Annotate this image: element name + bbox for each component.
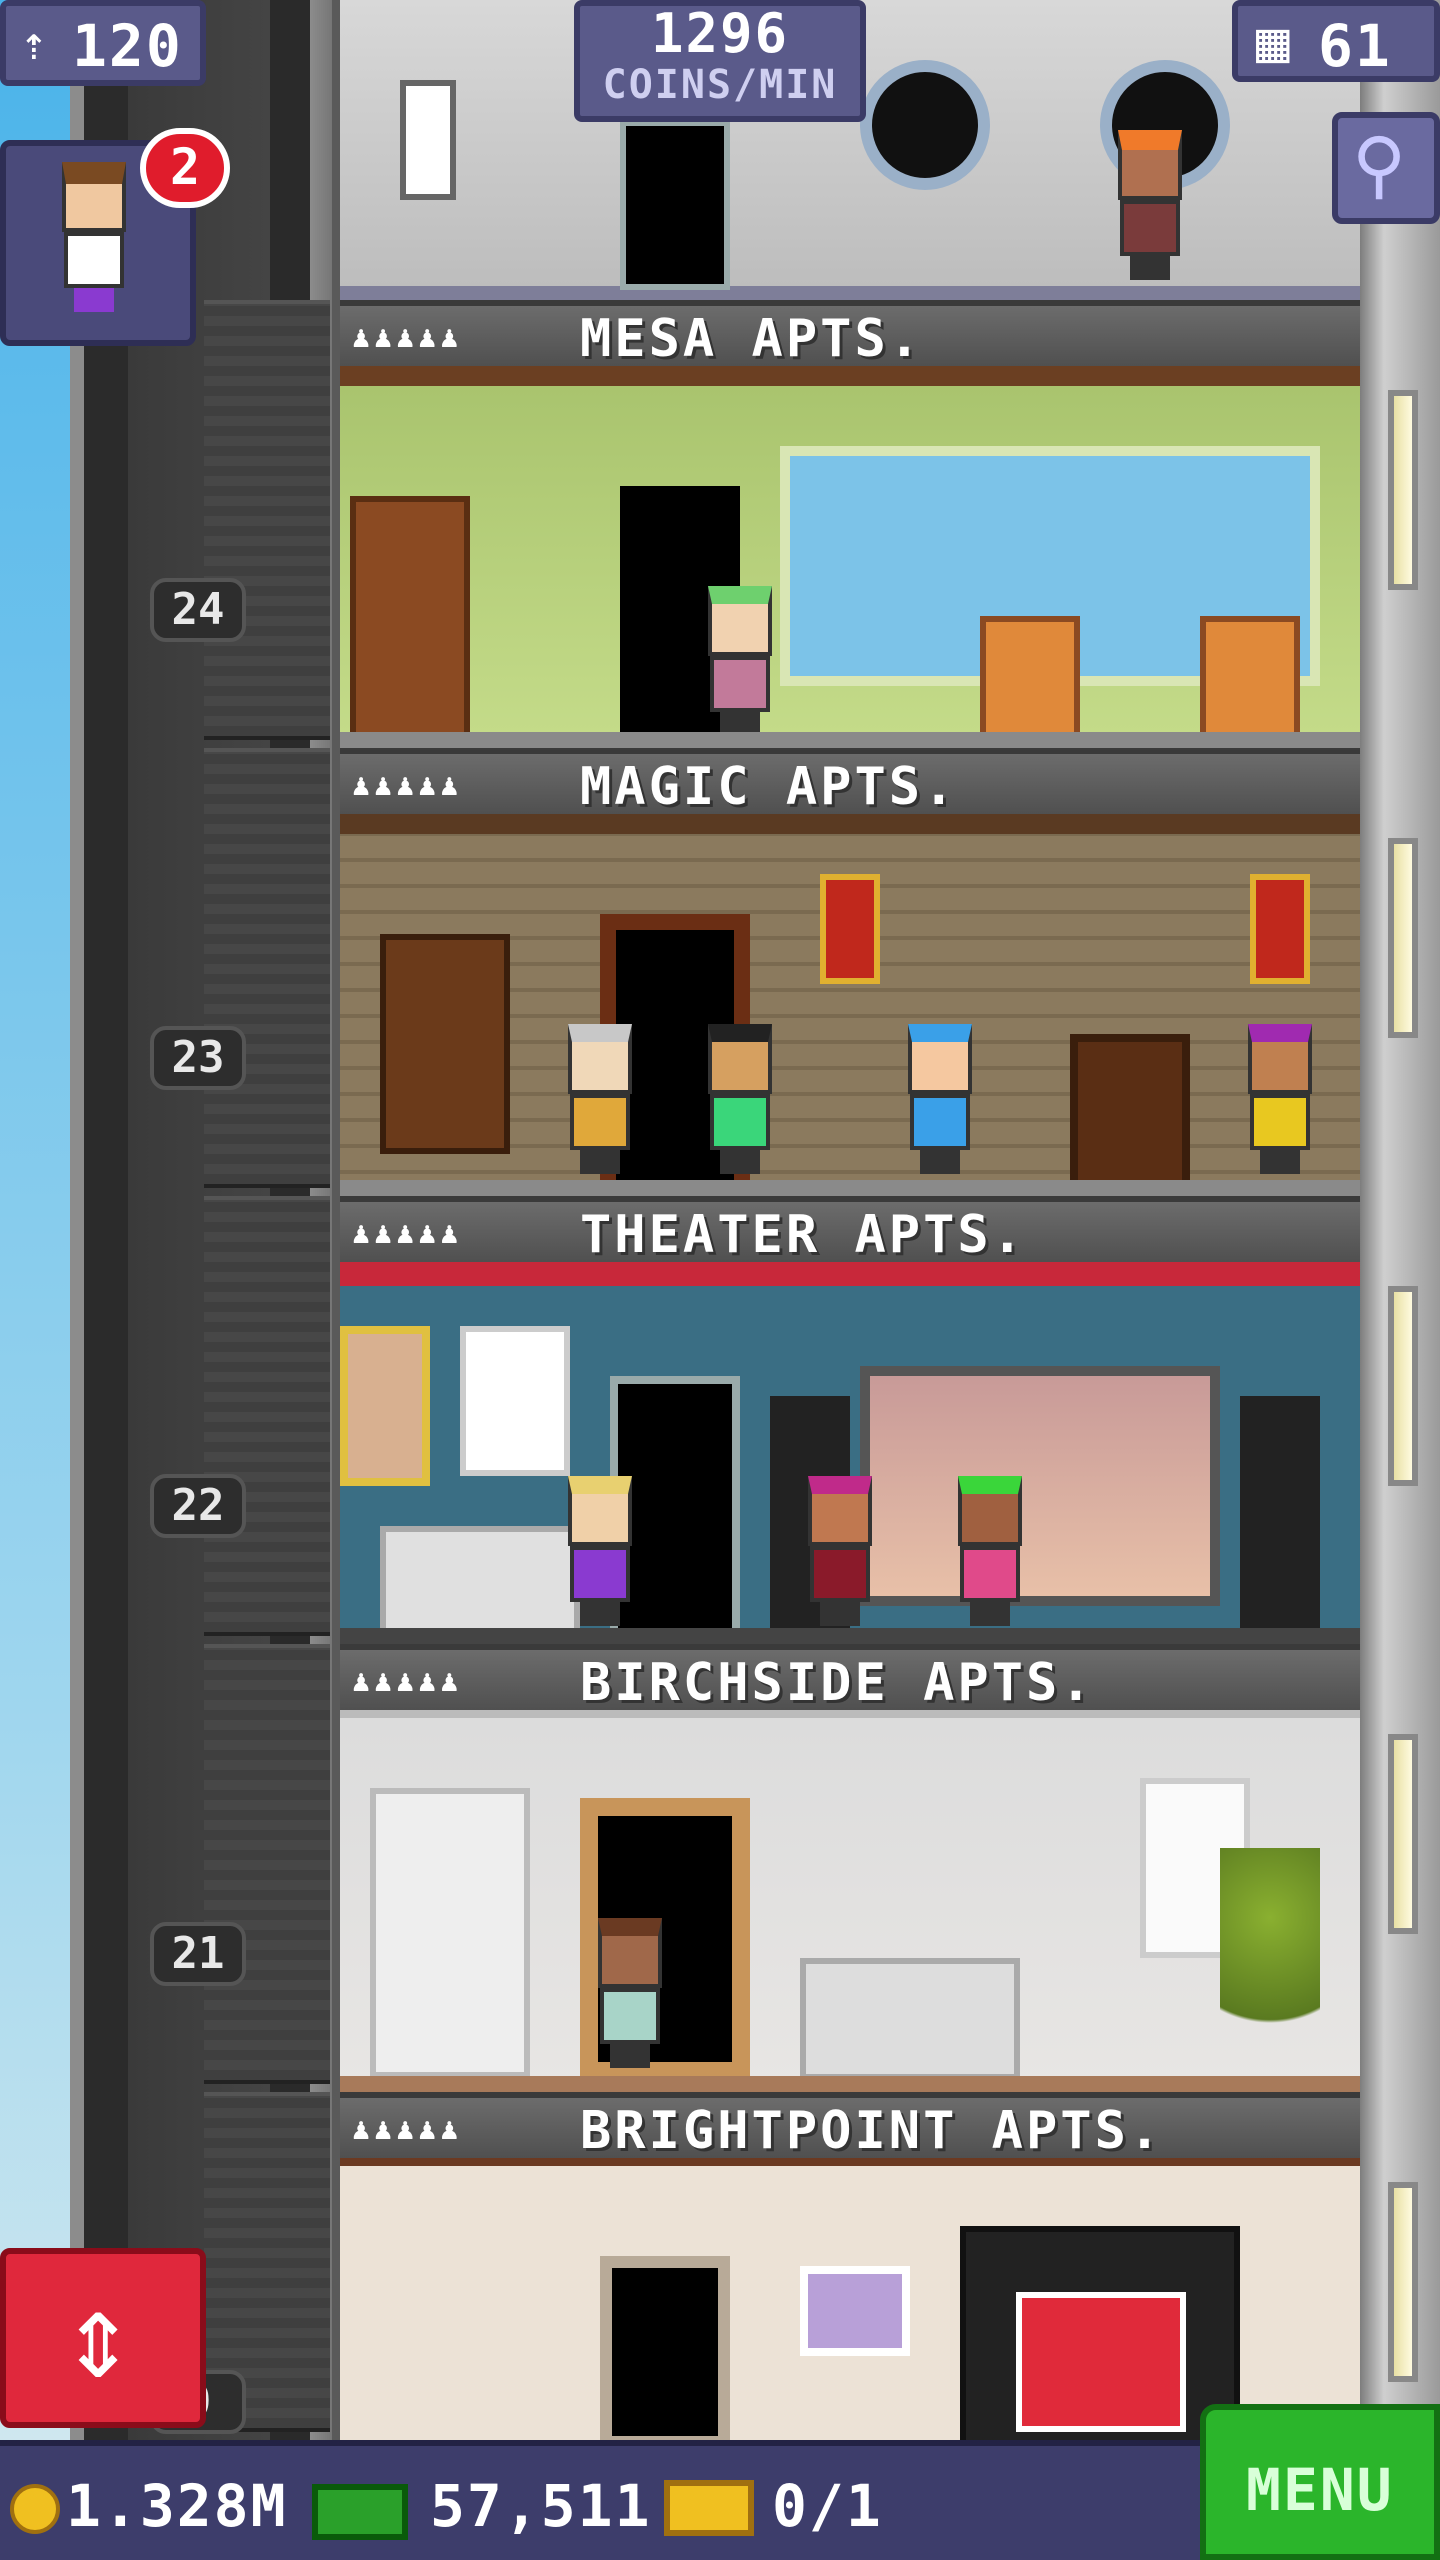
floor-number-21: 21	[150, 1922, 246, 1986]
speaker	[1240, 1396, 1320, 1644]
bookshelf	[350, 496, 470, 746]
resident[interactable]	[560, 1024, 640, 1174]
ticket-icon	[664, 2480, 754, 2536]
apartment-room	[340, 814, 1360, 1196]
coin-icon	[10, 2484, 60, 2534]
elevator-shaft[interactable]	[70, 0, 340, 2440]
shaft-segment	[204, 300, 330, 740]
armchair	[980, 616, 1080, 748]
apartment-floor-brightpoint[interactable]: ♟♟♟♟♟ BRIGHTPOINT APTS.	[340, 2092, 1360, 2440]
coins-per-minute-display: 1296 COINS/MIN	[574, 0, 866, 122]
apartment-sign: ♟♟♟♟♟ MESA APTS.	[340, 300, 1360, 369]
floor-number-22: 22	[150, 1474, 246, 1538]
porthole-window	[860, 60, 990, 190]
tower-right-wall	[1360, 0, 1440, 2440]
menu-button[interactable]: MENU	[1200, 2404, 1440, 2560]
tower-bux-value: 57,511	[430, 2472, 652, 2540]
wall-light	[1388, 2182, 1418, 2382]
up-down-arrows-icon: ⇕	[62, 2267, 135, 2406]
entertainment-center	[960, 2226, 1240, 2440]
wall-light	[1388, 1286, 1418, 1486]
wall-light	[1388, 838, 1418, 1038]
wall-light	[1388, 1734, 1418, 1934]
banner	[820, 874, 880, 984]
resident[interactable]	[1110, 130, 1190, 280]
residents-icons: ♟♟♟♟♟	[352, 320, 463, 355]
apartment-name: MESA APTS.	[580, 309, 924, 369]
residents-icons: ♟♟♟♟♟	[352, 2112, 463, 2147]
residents-icons: ♟♟♟♟♟	[352, 768, 463, 803]
poster	[340, 1326, 430, 1486]
apartment-sign: ♟♟♟♟♟ BIRCHSIDE APTS.	[340, 1644, 1360, 1713]
apartment-room	[340, 2158, 1360, 2440]
apartment-floor-birchside[interactable]: ♟♟♟♟♟ BIRCHSIDE APTS.	[340, 1644, 1360, 2092]
fireplace	[1070, 1034, 1190, 1194]
sofa	[380, 1526, 580, 1644]
floor-number-24: 24	[150, 578, 246, 642]
search-button[interactable]: ⚲	[1332, 112, 1440, 224]
banner	[1250, 874, 1310, 984]
apartment-sign: ♟♟♟♟♟ THEATER APTS.	[340, 1196, 1360, 1265]
apartment-sign: ♟♟♟♟♟ BRIGHTPOINT APTS.	[340, 2092, 1360, 2161]
cash-icon	[312, 2484, 408, 2540]
apartment-name: THEATER APTS.	[580, 1205, 1026, 1265]
floor-count-button[interactable]: ▦ 61	[1232, 0, 1440, 82]
resident[interactable]	[800, 1476, 880, 1626]
sky-background	[0, 0, 70, 2440]
apartment-floor-mesa[interactable]: ♟♟♟♟♟ MESA APTS.	[340, 300, 1360, 748]
apartment-name: MAGIC APTS.	[580, 757, 958, 817]
tv-screen	[1016, 2292, 1186, 2432]
population-counter[interactable]: ⇡ 120	[0, 0, 206, 86]
floor-count-value: 61	[1318, 12, 1392, 80]
menu-label: MENU	[1246, 2456, 1394, 2524]
sofa	[800, 1958, 1020, 2080]
resident[interactable]	[1240, 1024, 1320, 1174]
floor-number-23: 23	[150, 1026, 246, 1090]
residents-icons: ♟♟♟♟♟	[352, 1216, 463, 1251]
apartment-name: BIRCHSIDE APTS.	[580, 1653, 1095, 1713]
tv-screen	[860, 1366, 1220, 1606]
poster	[460, 1326, 570, 1476]
door	[620, 120, 730, 290]
population-value: 120	[72, 12, 183, 80]
control-panel	[400, 80, 456, 200]
resident[interactable]	[700, 586, 780, 736]
avatar	[54, 162, 134, 312]
resident[interactable]	[950, 1476, 1030, 1626]
apartment-name: BRIGHTPOINT APTS.	[580, 2101, 1164, 2161]
apartment-floor-theater[interactable]: ♟♟♟♟♟ THEATER APTS.	[340, 1196, 1360, 1644]
door	[600, 2256, 730, 2440]
apartment-floor-magic[interactable]: ♟♟♟♟♟ MAGIC APTS.	[340, 748, 1360, 1196]
tickets-value: 0/1	[772, 2472, 883, 2540]
residents-icons: ♟♟♟♟♟	[352, 1664, 463, 1699]
shaft-segment	[204, 748, 330, 1188]
resident[interactable]	[560, 1476, 640, 1626]
bookshelf	[380, 934, 510, 1154]
person-icon: ⇡	[20, 16, 48, 70]
apartment-room	[340, 1262, 1360, 1644]
resident[interactable]	[900, 1024, 980, 1174]
shaft-segment	[204, 1644, 330, 2084]
shaft-segment	[204, 1196, 330, 1636]
resident[interactable]	[590, 1918, 670, 2068]
resident[interactable]	[700, 1024, 780, 1174]
armchair	[1200, 616, 1300, 748]
building-icon: ▦	[1256, 10, 1290, 75]
coins-per-minute-value: 1296	[650, 2, 790, 65]
apartment-room	[340, 1710, 1360, 2092]
coins-per-minute-label: COINS/MIN	[602, 62, 838, 108]
apartment-room	[340, 366, 1360, 748]
notification-badge: 2	[140, 128, 230, 208]
apartment-sign: ♟♟♟♟♟ MAGIC APTS.	[340, 748, 1360, 817]
bookshelf	[370, 1788, 530, 2078]
wall-light	[1388, 390, 1418, 590]
magnifier-icon: ⚲	[1352, 122, 1407, 208]
elevator-button[interactable]: ⇕	[0, 2248, 206, 2428]
coins-value: 1.328M	[66, 2472, 288, 2540]
painting	[800, 2266, 910, 2356]
potted-plant	[1220, 1848, 1320, 2080]
